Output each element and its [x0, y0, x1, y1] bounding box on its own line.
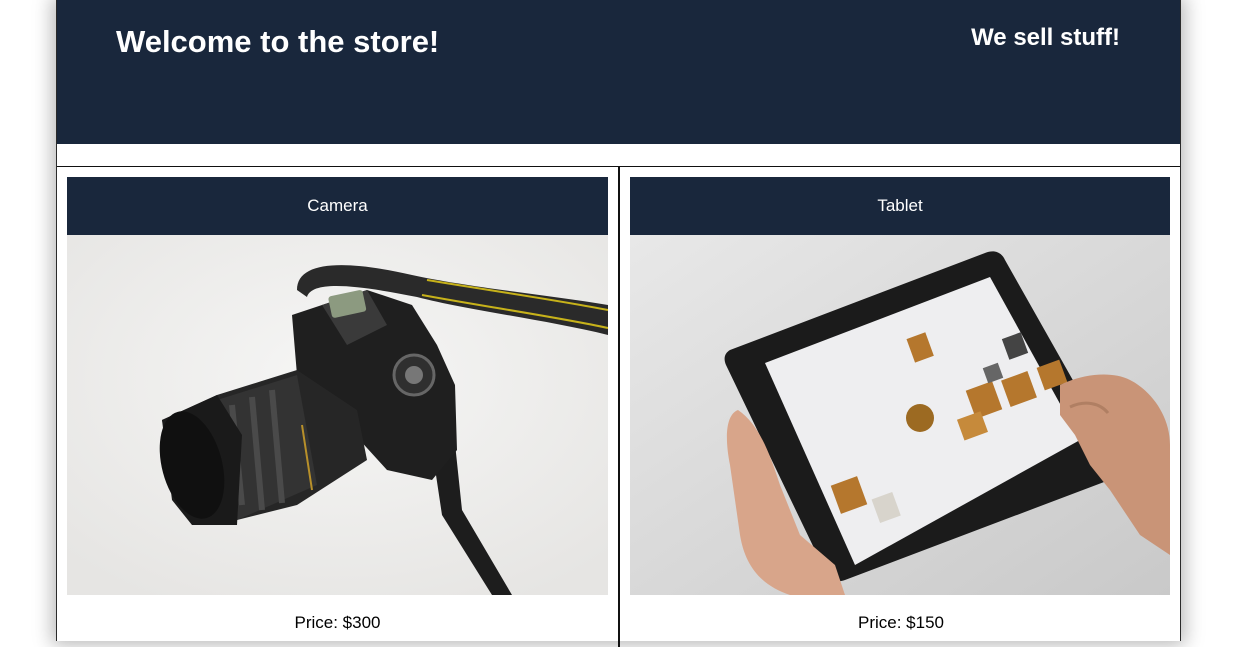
product-price: Price: $300 — [294, 613, 381, 632]
camera-photo — [67, 235, 608, 595]
site-header: Welcome to the store! We sell stuff! — [57, 0, 1180, 144]
tablet-photo — [630, 235, 1170, 595]
product-price: Price: $150 — [858, 613, 944, 632]
product-grid: Camera Price: $300 Tablet Price: $150 — [57, 166, 1180, 647]
product-name: Camera — [67, 177, 608, 235]
tagline: We sell stuff! — [971, 24, 1120, 51]
product-card-tablet[interactable]: Tablet Price: $150 — [620, 167, 1182, 647]
page-title: Welcome to the store! — [116, 24, 440, 59]
product-name: Tablet — [630, 177, 1170, 235]
store-page: Welcome to the store! We sell stuff! Cam… — [56, 0, 1181, 647]
product-card-camera[interactable]: Camera Price: $300 — [57, 167, 620, 647]
